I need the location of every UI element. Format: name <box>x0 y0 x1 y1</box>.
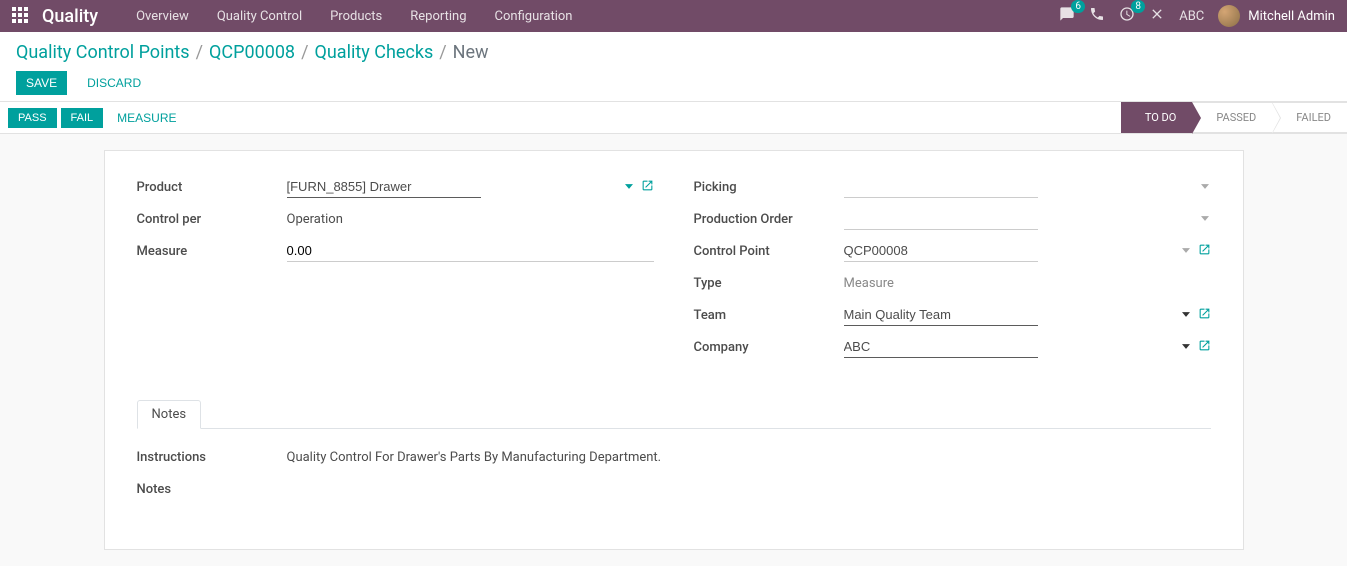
top-navbar: Quality Overview Quality Control Product… <box>0 0 1347 32</box>
team-label: Team <box>694 308 844 323</box>
phone-icon[interactable] <box>1089 6 1105 26</box>
type-label: Type <box>694 276 844 291</box>
measure-button[interactable]: Measure <box>107 107 186 129</box>
external-link-icon[interactable] <box>1198 307 1211 324</box>
control-point-label: Control Point <box>694 244 844 259</box>
breadcrumb-current: New <box>453 42 489 63</box>
picking-label: Picking <box>694 180 844 195</box>
save-button[interactable]: Save <box>16 71 67 95</box>
caret-down-icon <box>1182 308 1190 323</box>
statusbar-row: Pass Fail Measure To Do Passed Failed <box>0 102 1347 134</box>
form-container: Product Control per Operation Measure <box>0 134 1347 566</box>
instructions-label: Instructions <box>137 450 287 465</box>
app-brand[interactable]: Quality <box>42 6 98 27</box>
fail-button[interactable]: Fail <box>61 108 104 128</box>
product-label: Product <box>137 180 287 195</box>
tabs: Notes <box>137 399 1211 429</box>
debug-icon[interactable] <box>1149 6 1165 26</box>
discard-button[interactable]: Discard <box>77 71 151 95</box>
tab-content-notes: Instructions Quality Control For Drawer'… <box>137 429 1211 501</box>
activities-badge: 8 <box>1131 0 1145 13</box>
team-field[interactable] <box>844 304 1038 326</box>
external-link-icon[interactable] <box>1198 339 1211 356</box>
form-col-left: Product Control per Operation Measure <box>137 175 654 367</box>
breadcrumb: Quality Control Points / QCP00008 / Qual… <box>16 42 1331 63</box>
user-name: Mitchell Admin <box>1248 9 1335 24</box>
nav-reporting[interactable]: Reporting <box>396 9 480 24</box>
navbar-right: 6 8 ABC Mitchell Admin <box>1059 5 1335 27</box>
caret-down-icon <box>1182 244 1190 259</box>
nav-configuration[interactable]: Configuration <box>481 9 587 24</box>
form-col-right: Picking Production Order <box>694 175 1211 367</box>
control-per-label: Control per <box>137 212 287 227</box>
production-label: Production Order <box>694 212 844 227</box>
caret-down-icon <box>1182 340 1190 355</box>
caret-down-icon <box>1201 212 1209 227</box>
nav-products[interactable]: Products <box>316 9 396 24</box>
picking-field[interactable] <box>844 176 1038 198</box>
messages-badge: 6 <box>1071 0 1085 13</box>
user-menu[interactable]: Mitchell Admin <box>1218 5 1335 27</box>
control-per-value: Operation <box>287 209 343 230</box>
nav-menu: Overview Quality Control Products Report… <box>122 9 586 24</box>
status-bar: To Do Passed Failed <box>1121 102 1347 133</box>
activities-icon[interactable]: 8 <box>1119 6 1135 26</box>
breadcrumb-qcp[interactable]: Quality Control Points <box>16 42 190 63</box>
nav-quality-control[interactable]: Quality Control <box>203 9 316 24</box>
product-field[interactable] <box>287 176 481 198</box>
pass-button[interactable]: Pass <box>8 108 57 128</box>
breadcrumb-checks[interactable]: Quality Checks <box>315 42 434 63</box>
company-selector[interactable]: ABC <box>1179 9 1204 24</box>
apps-icon[interactable] <box>12 7 30 25</box>
external-link-icon[interactable] <box>1198 243 1211 260</box>
instructions-value: Quality Control For Drawer's Parts By Ma… <box>287 447 662 468</box>
form-sheet: Product Control per Operation Measure <box>104 150 1244 550</box>
caret-down-icon <box>1201 180 1209 195</box>
tab-notes[interactable]: Notes <box>137 400 202 429</box>
production-field[interactable] <box>844 208 1038 230</box>
status-failed[interactable]: Failed <box>1272 102 1347 133</box>
nav-overview[interactable]: Overview <box>122 9 203 24</box>
notes-label: Notes <box>137 482 287 497</box>
messages-icon[interactable]: 6 <box>1059 6 1075 26</box>
company-label: Company <box>694 340 844 355</box>
type-value: Measure <box>844 273 894 294</box>
caret-down-icon <box>625 180 633 195</box>
status-todo[interactable]: To Do <box>1121 102 1193 133</box>
control-point-field[interactable] <box>844 240 1038 262</box>
avatar <box>1218 5 1240 27</box>
breadcrumb-qcp00008[interactable]: QCP00008 <box>209 42 295 63</box>
company-field[interactable] <box>844 336 1038 358</box>
status-passed[interactable]: Passed <box>1192 102 1272 133</box>
measure-label: Measure <box>137 244 287 259</box>
external-link-icon[interactable] <box>641 179 654 196</box>
control-panel: Quality Control Points / QCP00008 / Qual… <box>0 32 1347 102</box>
measure-field[interactable] <box>287 240 654 262</box>
